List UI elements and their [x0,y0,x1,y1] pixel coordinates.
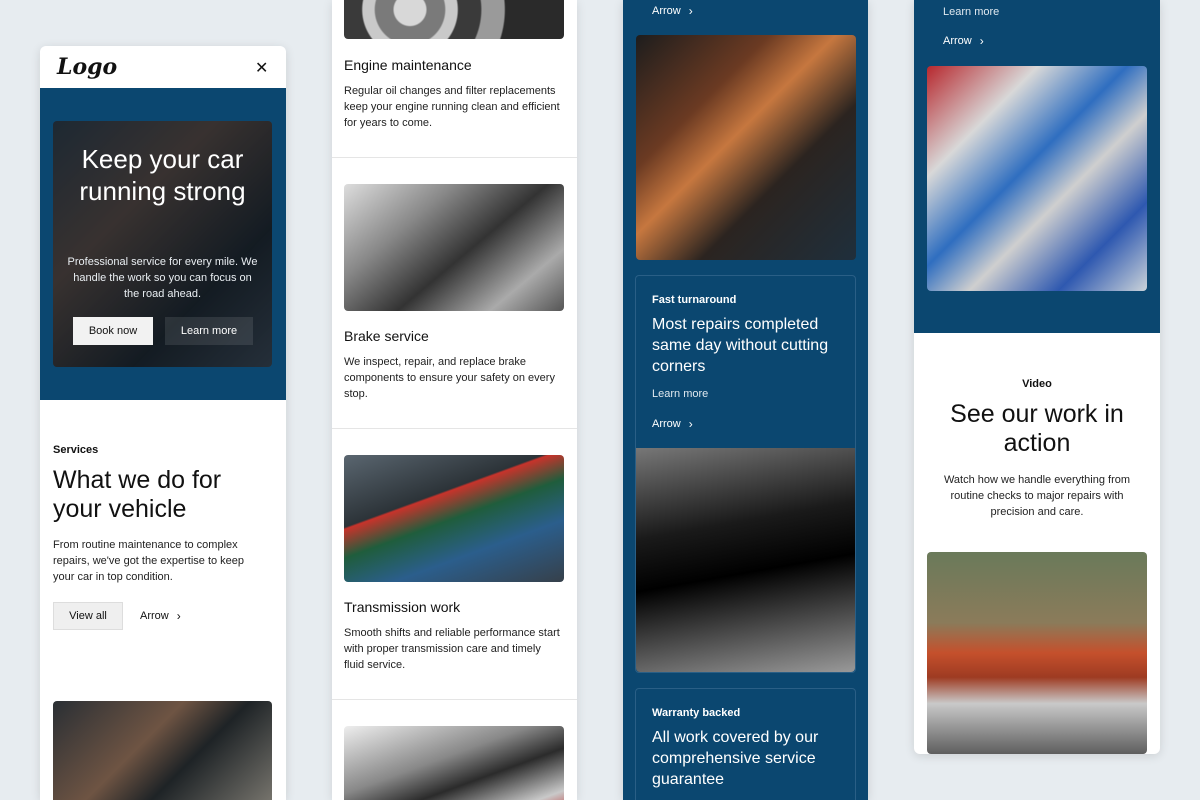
card-eyebrow: Warranty backed [652,707,741,719]
arrow-link-label: Arrow [652,5,681,17]
learn-more-button[interactable]: Learn more [165,317,253,345]
video-eyebrow: Video [1022,378,1052,390]
chevron-right-icon: › [688,4,693,18]
learn-more-link[interactable]: Learn more [943,6,999,18]
mechanic-image [636,35,856,260]
view-all-button[interactable]: View all [53,602,123,630]
hero-subtitle: Professional service for every mile. We … [67,256,258,300]
hero-image: Keep your car running strong Professiona… [53,121,272,367]
mobile-screen-features: Arrow › Fast turnaround Most repairs com… [623,0,868,800]
arrow-link-label: Arrow [140,610,169,622]
arrow-link[interactable]: Arrow › [140,609,181,623]
feature-card: Warranty backed All work covered by our … [635,688,856,800]
mobile-screen-video: Learn more Arrow › Video See our work in… [914,0,1160,754]
service-card-image [344,726,564,800]
chevron-right-icon: › [176,609,181,623]
chevron-right-icon: › [979,34,984,48]
close-icon[interactable]: ✕ [255,58,268,78]
card-body: Regular oil changes and filter replaceme… [344,85,560,129]
arrow-link-label: Arrow [652,418,681,430]
brake-service-image [344,184,564,311]
card-body: We inspect, repair, and replace brake co… [344,356,555,400]
car-image [636,448,855,672]
book-now-button[interactable]: Book now [73,317,153,345]
services-body: From routine maintenance to complex repa… [53,539,245,583]
arrow-link[interactable]: Arrow › [652,417,693,431]
services-eyebrow: Services [53,444,99,456]
card-title: Engine maintenance [344,57,472,73]
divider [332,699,577,700]
chevron-right-icon: › [688,417,693,431]
engine-image [927,66,1147,291]
card-eyebrow: Fast turnaround [652,294,737,306]
transmission-work-image [344,455,564,582]
video-title: See our work in action [950,400,1124,457]
divider [332,428,577,429]
hero-title: Keep your car running strong [79,144,246,206]
service-photo [53,701,272,800]
service-card-image [344,0,564,39]
mobile-screen-services: Engine maintenance Regular oil changes a… [332,0,577,800]
arrow-link[interactable]: Arrow › [943,34,984,48]
card-title: All work covered by our comprehensive se… [652,729,819,788]
card-title: Brake service [344,328,429,344]
arrow-link[interactable]: Arrow › [652,4,693,18]
card-title: Most repairs completed same day without … [652,316,829,375]
logo[interactable]: Logo [57,54,117,80]
arrow-link-label: Arrow [943,35,972,47]
video-body: Watch how we handle everything from rout… [943,474,1131,518]
video-thumbnail[interactable] [927,552,1147,754]
divider [332,157,577,158]
card-body: Smooth shifts and reliable performance s… [344,627,560,671]
mobile-screen-home: Logo ✕ Keep your car running strong Prof… [40,46,286,800]
learn-more-link[interactable]: Learn more [652,388,708,400]
services-title: What we do for your vehicle [53,466,222,523]
card-title: Transmission work [344,599,461,615]
feature-card: Fast turnaround Most repairs completed s… [635,275,856,673]
